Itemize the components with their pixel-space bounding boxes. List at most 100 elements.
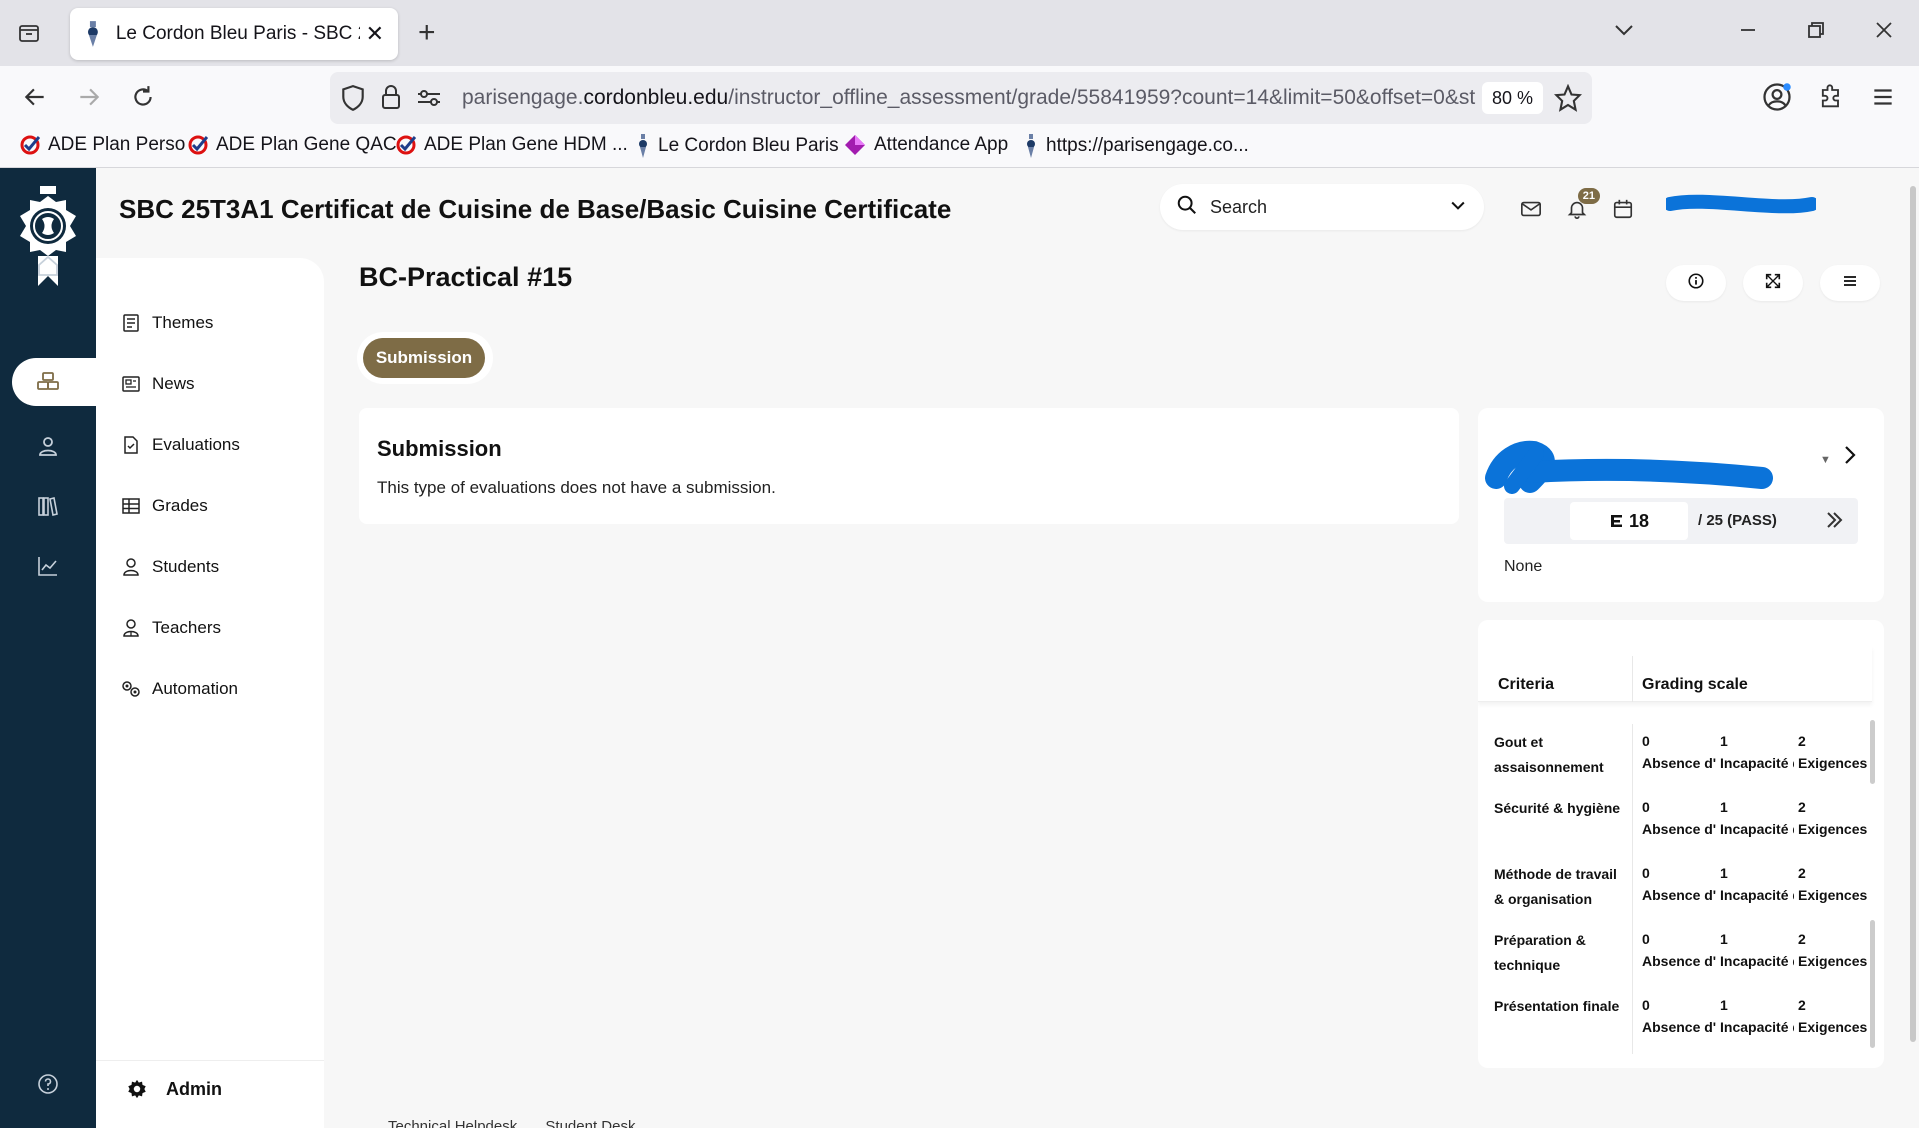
lock-icon[interactable] [380, 84, 402, 115]
scale-option[interactable]: 0 Absence d'élément [1642, 730, 1716, 778]
tab-submission[interactable]: Submission [363, 338, 485, 378]
scale-option[interactable]: 1 Incapacité de [1720, 796, 1794, 844]
student-dropdown-caret-icon[interactable]: ▼ [1820, 454, 1831, 466]
criteria-name: Méthode de travail & organisation [1494, 866, 1617, 907]
scale-option[interactable]: 2 Exigences non [1798, 796, 1870, 844]
column-divider [1632, 724, 1633, 790]
library-icon[interactable] [30, 488, 66, 524]
teachers-icon [120, 617, 142, 639]
restore-icon[interactable] [1804, 18, 1828, 49]
app-icon-sidebar [0, 168, 96, 1128]
scale-option[interactable]: 1 Incapacité de [1720, 862, 1794, 910]
scale-option[interactable]: 2 Exigences non [1798, 928, 1870, 976]
tab-list-icon[interactable] [14, 18, 44, 48]
admin-settings-button[interactable]: Admin [126, 1078, 222, 1100]
url-bar[interactable]: parisengage.cordonbleu.edu/instructor_of… [330, 72, 1592, 124]
chevron-down-icon[interactable] [1448, 195, 1468, 220]
menu-item-label: Themes [152, 313, 214, 332]
help-icon[interactable] [30, 1066, 66, 1102]
url-text[interactable]: parisengage.cordonbleu.edu/instructor_of… [462, 86, 1512, 110]
bookmark-parisengage[interactable]: https://parisengage.co... [1024, 134, 1249, 158]
scale-option[interactable]: 0 Absence d'élément [1642, 862, 1716, 910]
scale-option[interactable]: 0 Absence d'élément [1642, 994, 1716, 1042]
scale-score: 2 [1798, 997, 1806, 1013]
search-input[interactable]: Search [1160, 184, 1484, 230]
profile-icon[interactable] [30, 428, 66, 464]
grade-input[interactable]: 18 [1570, 502, 1688, 540]
menu-item-news[interactable]: News [120, 373, 195, 395]
bookmark-ade-plan-gene-qac[interactable]: ADE Plan Gene QAC [188, 134, 397, 156]
student-selector-redacted[interactable] [1482, 430, 1782, 494]
back-icon[interactable] [18, 80, 52, 114]
criteria-row: Méthode de travail & organisation 0 Absen… [1478, 856, 1870, 922]
menu-item-evaluations[interactable]: Evaluations [120, 434, 240, 456]
menu-item-automation[interactable]: Automation [120, 678, 238, 700]
menu-item-grades[interactable]: Grades [120, 495, 208, 517]
scale-score: 2 [1798, 799, 1806, 815]
scale-option[interactable]: 0 Absence d'élément [1642, 928, 1716, 976]
scale-option[interactable]: 0 Absence d'élément [1642, 796, 1716, 844]
calendar-icon[interactable] [1608, 194, 1638, 224]
criteria-scrollbar-lower[interactable] [1870, 920, 1875, 1048]
bookmark-label: ADE Plan Perso [48, 134, 186, 155]
ade-check-icon [188, 135, 208, 155]
browser-nav-bar: parisengage.cordonbleu.edu/instructor_of… [0, 66, 1919, 128]
footer-link-student-desk[interactable]: Student Desk [545, 1118, 635, 1128]
submission-text: This type of evaluations does not have a… [377, 478, 776, 497]
criteria-scrollbar[interactable] [1870, 720, 1875, 784]
scale-option[interactable]: 1 Incapacité de [1720, 928, 1794, 976]
page-scrollbar[interactable] [1910, 186, 1916, 1042]
zoom-level[interactable]: 80 % [1482, 82, 1544, 114]
browser-tab-active[interactable]: Le Cordon Bleu Paris - SBC 25T3 ✕ [70, 8, 398, 60]
bookmark-ade-plan-gene-hdm[interactable]: ADE Plan Gene HDM ... [396, 134, 628, 156]
extensions-icon[interactable] [1814, 80, 1848, 114]
page-permissions-icon[interactable] [416, 86, 442, 115]
course-title: SBC 25T3A1 Certificat de Cuisine de Base… [119, 194, 952, 224]
options-menu-button[interactable] [1820, 265, 1880, 301]
home-icon[interactable] [30, 248, 66, 284]
scale-option[interactable]: 1 Incapacité de [1720, 994, 1794, 1042]
app-menu-icon[interactable] [1866, 80, 1900, 114]
tab-close-icon[interactable]: ✕ [366, 21, 384, 47]
grade-max: / 25 (PASS) [1698, 512, 1777, 529]
scale-option[interactable]: 2 Exigences non [1798, 862, 1870, 910]
account-icon[interactable] [1760, 80, 1794, 114]
bookmark-attendance-app[interactable]: Attendance App [844, 134, 1008, 156]
column-divider [1632, 922, 1633, 988]
scale-option[interactable]: 2 Exigences non [1798, 730, 1870, 778]
bookmark-star-icon[interactable] [1553, 83, 1583, 117]
scale-option[interactable]: 1 Incapacité de [1720, 730, 1794, 778]
scale-score: 0 [1642, 865, 1650, 881]
tracking-shield-icon[interactable] [340, 84, 366, 117]
mail-icon[interactable] [1516, 194, 1546, 224]
gear-icon [126, 1078, 148, 1100]
scale-option[interactable]: 2 Exigences non [1798, 994, 1870, 1042]
scale-desc: Absence d'élément [1642, 1019, 1716, 1035]
fullscreen-button[interactable] [1743, 265, 1803, 301]
bookmark-ade-plan-perso[interactable]: ADE Plan Perso [20, 134, 185, 156]
minimize-icon[interactable] [1736, 18, 1760, 49]
menu-item-themes[interactable]: Themes [120, 312, 213, 334]
courses-icon[interactable] [30, 364, 66, 400]
next-student-icon[interactable] [1842, 444, 1858, 471]
menu-item-students[interactable]: Students [120, 556, 219, 578]
criteria-row: Gout et assaisonnement 0 Absence d'élémen… [1478, 724, 1870, 790]
scale-desc: Absence d'élément [1642, 887, 1716, 903]
criteria-card: Criteria Grading scale Gout et assaisonn… [1478, 620, 1884, 1068]
double-chevron-right-icon[interactable] [1824, 510, 1844, 535]
reload-icon[interactable] [126, 80, 160, 114]
scale-score: 2 [1798, 865, 1806, 881]
url-path: /instructor_offline_assessment/grade/558… [728, 86, 1476, 109]
footer-link-technical-helpdesk[interactable]: Technical Helpdesk [388, 1118, 517, 1128]
bookmark-le-cordon-bleu[interactable]: Le Cordon Bleu Paris [636, 134, 839, 158]
close-window-icon[interactable] [1872, 18, 1896, 49]
forward-icon[interactable] [72, 80, 106, 114]
notifications-icon[interactable]: 21 [1562, 188, 1600, 224]
scale-desc: Incapacité de [1720, 755, 1794, 771]
analytics-icon[interactable] [30, 548, 66, 584]
menu-item-label: Evaluations [152, 435, 240, 454]
new-tab-icon[interactable]: + [418, 16, 436, 50]
list-all-tabs-icon[interactable] [1612, 18, 1636, 49]
info-button[interactable] [1666, 265, 1726, 301]
menu-item-teachers[interactable]: Teachers [120, 617, 221, 639]
